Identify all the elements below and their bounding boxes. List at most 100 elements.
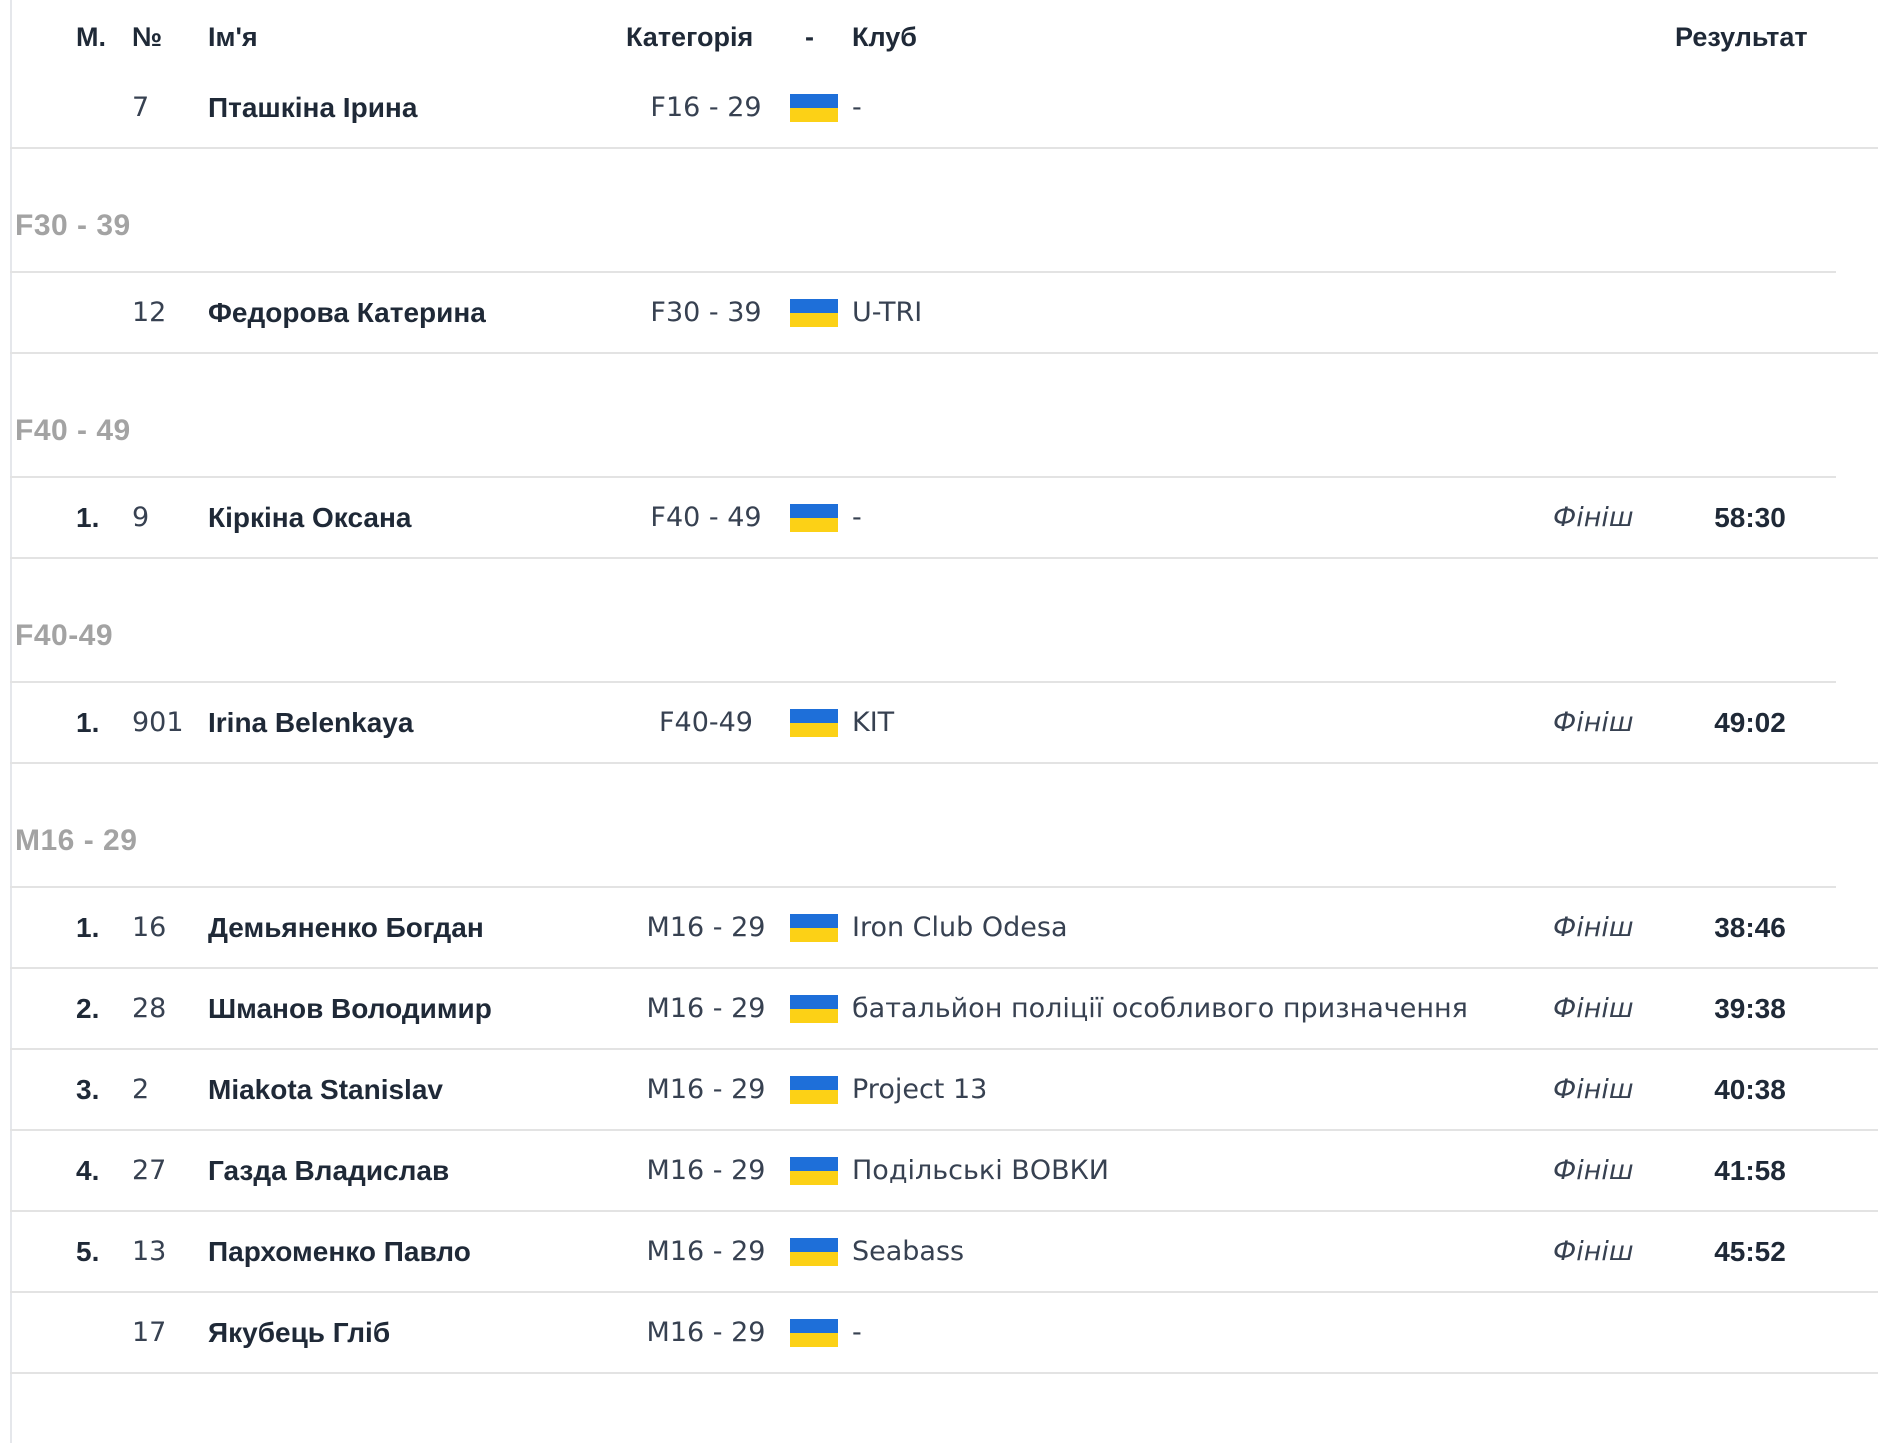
category-cell: M16 - 29	[646, 1236, 766, 1267]
place-cell: 5.	[76, 1236, 100, 1267]
flag-stripe-yellow	[790, 1171, 838, 1185]
club-cell: Seabass	[852, 1236, 965, 1267]
category-cell: M16 - 29	[646, 912, 766, 943]
athlete-name-link[interactable]: Федорова Катерина	[208, 273, 486, 353]
category-cell: F30 - 39	[650, 297, 762, 328]
ukraine-flag-icon	[790, 504, 838, 532]
flag-stripe-blue	[790, 1319, 838, 1333]
athlete-name-link[interactable]: Miakota Stanislav	[208, 1050, 443, 1130]
result-row[interactable]: 5. 13 Пархоменко Павло M16 - 29 Seabass Фініш…	[10, 1212, 1878, 1292]
place-cell: 1.	[76, 912, 100, 943]
result-row[interactable]: 3. 2 Miakota Stanislav M16 - 29 Project 13 Фі…	[10, 1050, 1878, 1130]
flag-stripe-yellow	[790, 313, 838, 327]
row-divider	[10, 1372, 1878, 1374]
bib-number-cell: 2	[132, 1074, 150, 1105]
category-group-title: F40 - 49	[15, 414, 131, 447]
category-cell: M16 - 29	[646, 993, 766, 1024]
bib-number-cell: 16	[132, 912, 167, 943]
category-cell: F40 - 49	[650, 502, 762, 533]
status-cell: Фініш	[1553, 502, 1634, 533]
status-cell: Фініш	[1553, 1155, 1634, 1186]
result-row[interactable]: 12 Федорова Катерина F30 - 39 U-TRI	[10, 273, 1878, 353]
flag-stripe-blue	[790, 94, 838, 108]
ukraine-flag-icon	[790, 914, 838, 942]
category-cell: F16 - 29	[650, 92, 762, 123]
ukraine-flag-icon	[790, 1076, 838, 1104]
result-row[interactable]: 4. 27 Газда Владислав M16 - 29 Подільські ВО…	[10, 1131, 1878, 1211]
flag-stripe-yellow	[790, 1333, 838, 1347]
ukraine-flag-icon	[790, 1238, 838, 1266]
status-cell: Фініш	[1553, 1236, 1634, 1267]
result-row[interactable]: 7 Пташкіна Ірина F16 - 29 -	[10, 68, 1878, 148]
status-cell: Фініш	[1553, 993, 1634, 1024]
athlete-name-link[interactable]: Пархоменко Павло	[208, 1212, 471, 1292]
result-row[interactable]: 1. 9 Кіркіна Оксана F40 - 49 - Фініш 58:30	[10, 478, 1878, 558]
athlete-name-link[interactable]: Якубець Гліб	[208, 1293, 390, 1373]
club-cell: батальйон поліції особливого призначення	[852, 993, 1468, 1024]
place-cell: 4.	[76, 1155, 100, 1186]
flag-stripe-yellow	[790, 1009, 838, 1023]
athlete-name-link[interactable]: Пташкіна Ірина	[208, 68, 417, 148]
bib-number-cell: 901	[132, 707, 184, 738]
category-cell: F40-49	[659, 707, 753, 738]
ukraine-flag-icon	[790, 299, 838, 327]
result-row[interactable]: 17 Якубець Гліб M16 - 29 -	[10, 1293, 1878, 1373]
category-group-title: M16 - 29	[15, 824, 138, 857]
flag-stripe-yellow	[790, 518, 838, 532]
athlete-name-link[interactable]: Шманов Володимир	[208, 969, 492, 1049]
bib-number-cell: 7	[132, 92, 150, 123]
flag-stripe-blue	[790, 299, 838, 313]
club-cell: KIT	[852, 707, 895, 738]
result-time-cell: 39:38	[1714, 993, 1786, 1024]
result-time-cell	[1694, 68, 1806, 148]
ukraine-flag-icon	[790, 995, 838, 1023]
category-cell: M16 - 29	[646, 1155, 766, 1186]
flag-stripe-blue	[790, 1076, 838, 1090]
ukraine-flag-icon	[790, 709, 838, 737]
club-cell: Iron Club Odesa	[852, 912, 1068, 943]
athlete-name-link[interactable]: Irina Belenkaya	[208, 683, 413, 763]
flag-stripe-yellow	[790, 1252, 838, 1266]
bib-number-cell: 27	[132, 1155, 167, 1186]
place-cell: 3.	[76, 1074, 100, 1105]
club-cell: -	[852, 92, 862, 123]
category-group-title: F30 - 39	[15, 209, 131, 242]
result-time-cell: 40:38	[1714, 1074, 1786, 1105]
club-cell: Подільські ВОВКИ	[852, 1155, 1109, 1186]
result-row[interactable]: 1. 16 Демьяненко Богдан M16 - 29 Iron Club O…	[10, 888, 1878, 968]
result-row[interactable]: 1. 901 Irina Belenkaya F40-49 KIT Фініш 49:02	[10, 683, 1878, 763]
result-time-cell: 58:30	[1714, 502, 1786, 533]
row-divider	[10, 147, 1878, 149]
place-cell: 1.	[76, 707, 100, 738]
result-time-cell	[1694, 273, 1806, 353]
flag-stripe-yellow	[790, 1090, 838, 1104]
result-time-cell: 45:52	[1714, 1236, 1786, 1267]
bib-number-cell: 9	[132, 502, 150, 533]
flag-stripe-yellow	[790, 928, 838, 942]
flag-stripe-blue	[790, 1238, 838, 1252]
flag-stripe-yellow	[790, 723, 838, 737]
flag-stripe-blue	[790, 709, 838, 723]
row-divider	[10, 352, 1878, 354]
ukraine-flag-icon	[790, 1319, 838, 1347]
result-row[interactable]: 2. 28 Шманов Володимир M16 - 29 батальйон по…	[10, 969, 1878, 1049]
bib-number-cell: 28	[132, 993, 167, 1024]
ukraine-flag-icon	[790, 94, 838, 122]
bib-number-cell: 12	[132, 297, 167, 328]
ukraine-flag-icon	[790, 1157, 838, 1185]
category-group-title: F40-49	[15, 619, 114, 652]
flag-stripe-blue	[790, 1157, 838, 1171]
athlete-name-link[interactable]: Газда Владислав	[208, 1131, 449, 1211]
flag-stripe-blue	[790, 914, 838, 928]
result-time-cell	[1694, 1293, 1806, 1373]
status-cell: Фініш	[1553, 912, 1634, 943]
status-cell: Фініш	[1553, 1074, 1634, 1105]
category-cell: M16 - 29	[646, 1074, 766, 1105]
club-cell: U-TRI	[852, 297, 923, 328]
athlete-name-link[interactable]: Демьяненко Богдан	[208, 888, 484, 968]
athlete-name-link[interactable]: Кіркіна Оксана	[208, 478, 411, 558]
club-cell: -	[852, 1317, 862, 1348]
status-cell: Фініш	[1553, 707, 1634, 738]
results-table-body: 7 Пташкіна Ірина F16 - 29 - F30 - 39 12 Федоро…	[0, 0, 1878, 1443]
result-time-cell: 41:58	[1714, 1155, 1786, 1186]
